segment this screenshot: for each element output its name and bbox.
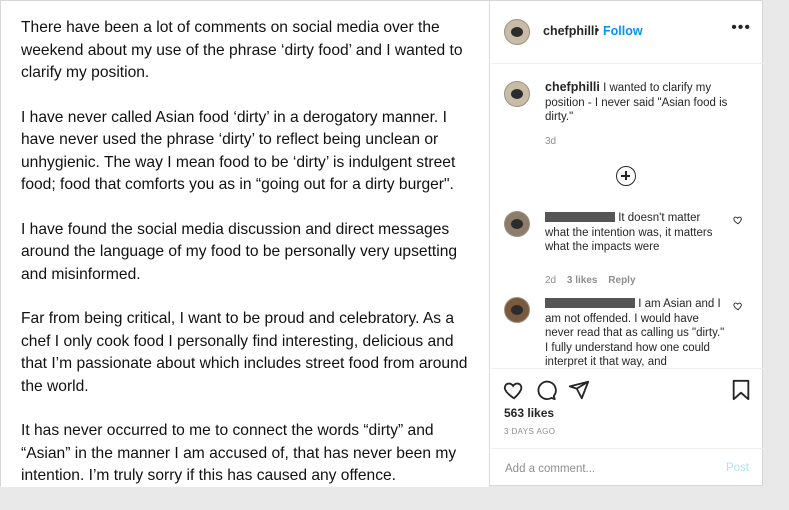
caption-text: chefphilli I wanted to clarify my positi…	[545, 80, 740, 125]
comment-meta: 2d 3 likes Reply	[545, 275, 644, 286]
statement-paragraph-2: I have never called Asian food ‘dirty’ i…	[21, 108, 456, 194]
comment-timestamp[interactable]: 2d	[545, 275, 556, 286]
like-heart-icon[interactable]	[503, 379, 525, 401]
comment-bubble-icon[interactable]	[535, 379, 557, 401]
caption-username[interactable]: chefphilli	[545, 80, 600, 94]
caption-avatar[interactable]	[504, 81, 530, 107]
share-paper-plane-icon[interactable]	[568, 379, 590, 401]
post-timestamp[interactable]: 3 DAYS AGO	[504, 427, 555, 436]
statement-paragraph-5: It has never occurred to me to connect t…	[21, 422, 457, 484]
caption-timestamp[interactable]: 3d	[545, 136, 556, 147]
comment-text: I am Asian and I am not offended. I woul…	[545, 297, 725, 367]
author-avatar[interactable]	[504, 19, 530, 45]
separator-dot: •	[595, 23, 600, 37]
post-statement-text: There have been a lot of comments on soc…	[21, 17, 477, 510]
comment-likes[interactable]: 3 likes	[567, 275, 598, 286]
commenter-avatar[interactable]	[504, 297, 530, 323]
more-options-icon[interactable]: •••	[731, 19, 751, 37]
redacted-username	[545, 298, 635, 308]
post-side-panel: chefphilli • Follow ••• chefphilli I wan…	[491, 1, 763, 487]
commenter-avatar[interactable]	[504, 211, 530, 237]
post-actions: 563 likes 3 DAYS AGO	[491, 368, 763, 449]
redacted-username	[545, 212, 615, 222]
statement-paragraph-1: There have been a lot of comments on soc…	[21, 19, 463, 81]
like-count[interactable]: 563 likes	[504, 406, 554, 420]
follow-button[interactable]: Follow	[603, 24, 643, 38]
post-header: chefphilli • Follow •••	[491, 1, 763, 64]
add-comment-input[interactable]	[503, 459, 717, 479]
add-comment-bar: Post	[491, 448, 763, 487]
post-image: There have been a lot of comments on soc…	[1, 1, 490, 487]
comment-text: It doesn't matter what the intention was…	[545, 211, 725, 255]
instagram-post-window: There have been a lot of comments on soc…	[0, 0, 763, 487]
comments-list[interactable]: It doesn't matter what the intention was…	[491, 201, 763, 367]
author-username[interactable]: chefphilli	[543, 24, 598, 38]
statement-paragraph-4: Far from being critical, I want to be pr…	[21, 310, 468, 395]
like-comment-heart-icon[interactable]	[733, 215, 743, 225]
post-comment-button[interactable]: Post	[726, 462, 749, 474]
comment-body: I am Asian and I am not offended. I woul…	[545, 298, 725, 367]
load-more-comments-icon[interactable]	[616, 166, 636, 186]
save-bookmark-icon[interactable]	[731, 379, 751, 401]
comment-reply-button[interactable]: Reply	[608, 275, 635, 286]
statement-paragraph-3: I have found the social media discussion…	[21, 220, 458, 283]
like-comment-heart-icon[interactable]	[733, 301, 743, 311]
